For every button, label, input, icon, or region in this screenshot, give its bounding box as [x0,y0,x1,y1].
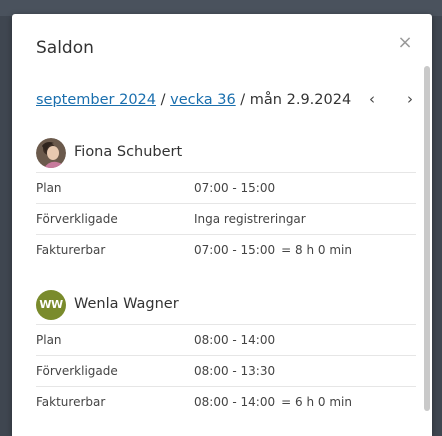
row-label: Förverkligade [36,212,118,226]
row-value: 08:00 - 14:00 = 6 h 0 min [194,395,352,409]
time-range: 08:00 - 14:00 [194,395,276,409]
avatar-photo [36,138,66,168]
chevron-right-icon: › [407,90,413,108]
table-row: Plan 08:00 - 14:00 [36,324,416,355]
chevron-left-icon: ‹ [369,90,375,108]
person-name: Wenla Wagner [74,296,179,312]
row-value: 08:00 - 13:30 [194,364,275,378]
next-day-button[interactable]: › [402,90,418,110]
row-value: Inga registreringar [194,212,306,226]
person-name: Fiona Schubert [74,144,183,160]
time-range: 07:00 - 15:00 [194,243,276,257]
row-value: 07:00 - 15:00 [194,181,275,195]
table-row: Förverkligade Inga registreringar [36,203,416,234]
close-button[interactable]: × [396,34,414,52]
table-row: Fakturerbar 07:00 - 15:00 = 8 h 0 min [36,234,416,265]
row-value: 08:00 - 14:00 [194,333,275,347]
table-row: Förverkligade 08:00 - 13:30 [36,355,416,386]
breadcrumb: september 2024 / vecka 36 / mån 2.9.2024 [36,92,351,108]
row-total: = 8 h 0 min [281,243,352,257]
table-row: Fakturerbar 08:00 - 14:00 = 6 h 0 min [36,386,416,417]
week-link[interactable]: vecka 36 [170,92,236,108]
row-label: Plan [36,333,62,347]
person-section: Fiona Schubert Plan 07:00 - 15:00 Förver… [36,138,416,265]
table-row: Plan 07:00 - 15:00 [36,172,416,203]
person-header: Fiona Schubert [36,138,416,172]
row-label: Fakturerbar [36,395,106,409]
avatar [36,138,66,168]
row-value: 07:00 - 15:00 = 8 h 0 min [194,243,352,257]
scrollbar[interactable] [424,66,430,411]
dialog-title: Saldon [36,38,94,58]
month-link[interactable]: september 2024 [36,92,156,108]
row-label: Plan [36,181,62,195]
time-range: 07:00 - 15:00 [194,181,276,195]
previous-day-button[interactable]: ‹ [364,90,380,110]
time-range: 08:00 - 14:00 [194,333,276,347]
time-range: Inga registreringar [194,212,306,226]
row-label: Förverkligade [36,364,118,378]
avatar: WW [36,290,66,320]
row-label: Fakturerbar [36,243,106,257]
time-range: 08:00 - 13:30 [194,364,276,378]
breadcrumb-separator: / [156,92,171,108]
current-day: mån 2.9.2024 [249,92,352,108]
saldon-dialog: Saldon × september 2024 / vecka 36 / mån… [12,14,432,436]
breadcrumb-separator: / [235,92,250,108]
close-icon: × [397,32,413,53]
person-section: WW Wenla Wagner Plan 08:00 - 14:00 Förve… [36,290,416,417]
row-total: = 6 h 0 min [281,395,352,409]
person-header: WW Wenla Wagner [36,290,416,324]
